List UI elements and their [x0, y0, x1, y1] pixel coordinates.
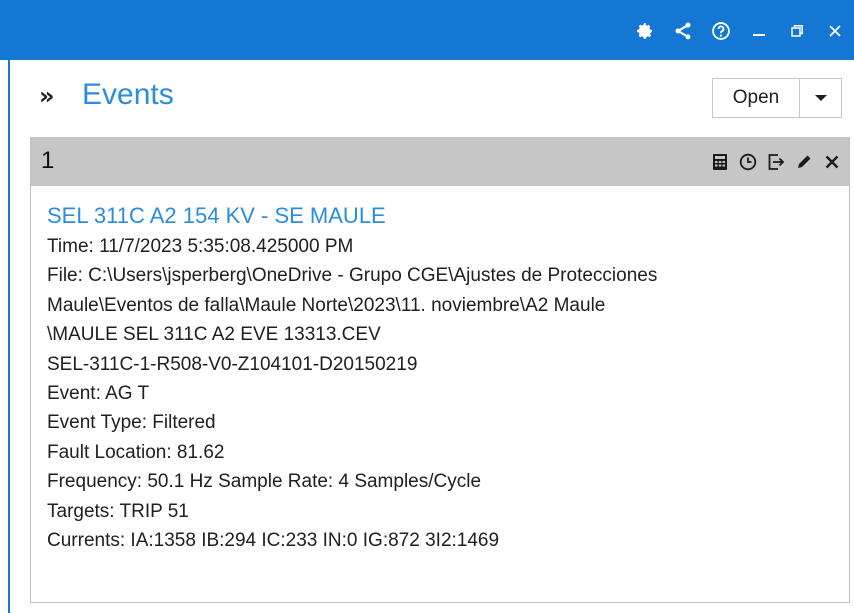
restore-icon[interactable]	[778, 14, 816, 48]
close-card-icon[interactable]	[821, 151, 843, 173]
event-file-path-line-1: File: C:\Users\jsperberg\OneDrive - Grup…	[47, 265, 658, 287]
window-controls	[626, 14, 854, 48]
event-time: Time: 11/7/2023 5:35:08.425000 PM	[47, 236, 354, 257]
left-border	[8, 60, 10, 613]
page-title: Events	[82, 78, 174, 111]
expand-panel-icon[interactable]: »	[39, 82, 55, 110]
event-type: Event Type: Filtered	[47, 412, 216, 434]
title-bar	[0, 0, 854, 60]
event-card: 1 SEL 311C A2 154 KV - SE MAULE Time: 11…	[30, 137, 850, 603]
event-currents: Currents: IA:1358 IB:294 IC:233 IN:0 IG:…	[47, 530, 500, 552]
edit-icon[interactable]	[793, 151, 815, 173]
chevron-down-icon	[814, 95, 827, 101]
event-file-path-line-2: Maule\Eventos de falla\Maule Norte\2023\…	[47, 294, 606, 316]
calculator-icon[interactable]	[709, 151, 731, 173]
events-header: » Events Open	[34, 78, 854, 122]
close-icon[interactable]	[816, 14, 854, 48]
event-targets: Targets: TRIP 51	[47, 500, 189, 522]
clock-icon[interactable]	[737, 151, 759, 173]
event-device-link[interactable]: SEL 311C A2 154 KV - SE MAULE	[47, 200, 839, 232]
event-file-path-line-3: \MAULE SEL 311C A2 EVE 13313.CEV	[47, 324, 381, 346]
minimize-icon[interactable]	[740, 14, 778, 48]
frequency-sample-rate: Frequency: 50.1 Hz Sample Rate: 4 Sample…	[47, 471, 482, 493]
event-name: Event: AG T	[47, 383, 150, 405]
open-button[interactable]: Open	[713, 79, 800, 117]
export-icon[interactable]	[765, 151, 787, 173]
fault-location: Fault Location: 81.62	[47, 441, 225, 463]
event-card-header: 1	[31, 138, 849, 186]
settings-icon[interactable]	[626, 14, 664, 48]
open-dropdown-button[interactable]	[800, 79, 841, 117]
event-card-toolbar	[709, 151, 843, 173]
event-firmware-id: SEL-311C-1-R508-V0-Z104101-D20150219	[47, 353, 418, 375]
help-icon[interactable]	[702, 14, 740, 48]
share-icon[interactable]	[664, 14, 702, 48]
event-number: 1	[41, 147, 55, 174]
event-details: SEL 311C A2 154 KV - SE MAULE Time: 11/7…	[47, 200, 839, 555]
open-split-button: Open	[712, 78, 842, 118]
